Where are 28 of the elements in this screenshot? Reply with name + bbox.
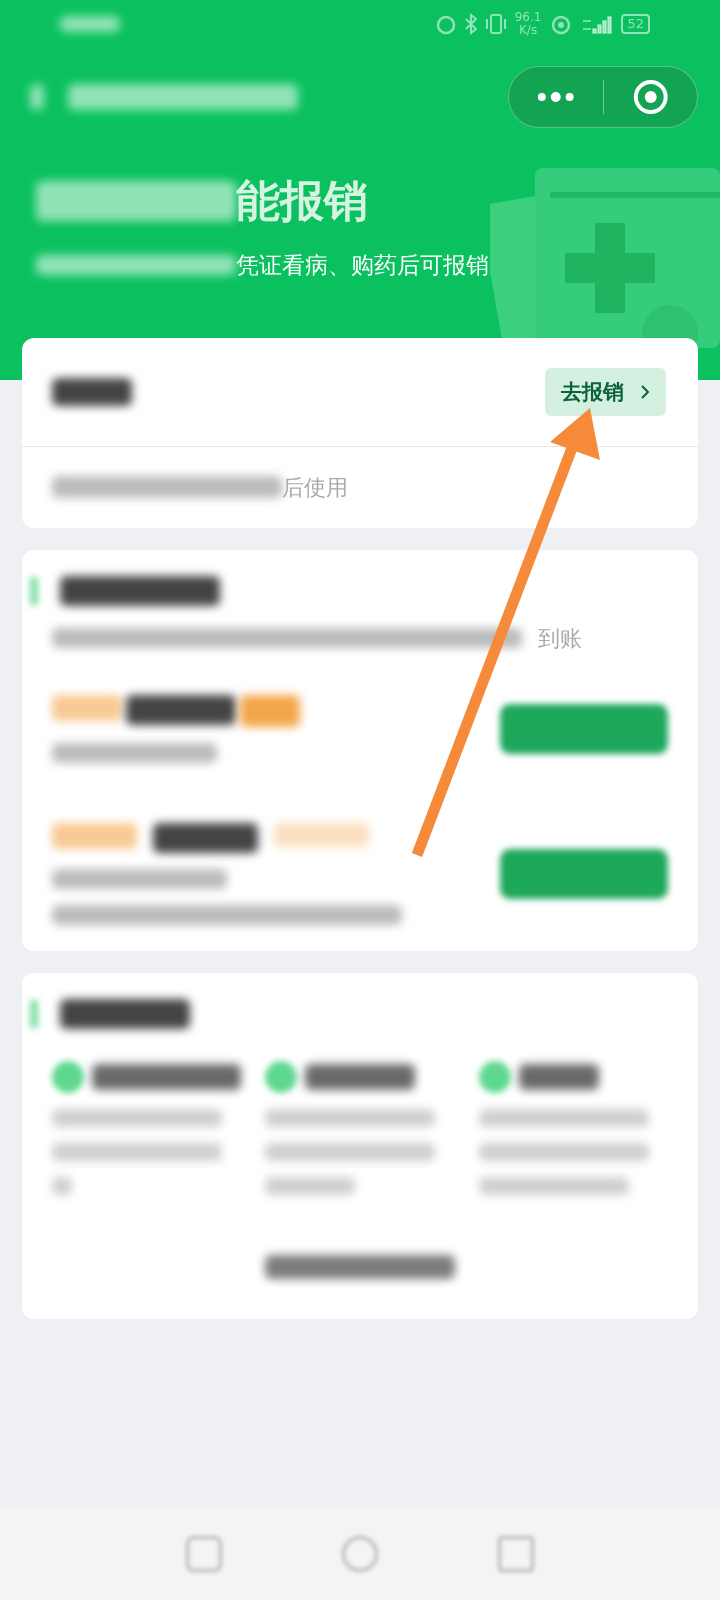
chevron-icon <box>640 383 650 400</box>
usage-note: 后使用 <box>282 473 348 502</box>
blurred-tag <box>240 694 300 727</box>
battery-level: 52 <box>621 14 650 34</box>
step-dot <box>52 1060 84 1093</box>
network-speed: 96.1 <box>514 10 542 24</box>
blurred-nav-icon[interactable] <box>186 1536 222 1572</box>
blurred-link[interactable] <box>265 1254 455 1279</box>
blurred-nav-icon[interactable] <box>342 1536 378 1572</box>
page-subtitle: 凭证看病、购药后可报销 <box>236 251 489 280</box>
section-marker <box>30 999 38 1028</box>
page-heading: 能报销 <box>236 174 368 228</box>
blurred-action-button[interactable] <box>500 848 668 899</box>
blurred-action-button[interactable] <box>500 703 668 754</box>
claim-button[interactable]: 去报销 <box>545 368 666 416</box>
vibrate-icon <box>484 13 507 35</box>
blurred-time <box>60 16 120 32</box>
network-unit: K/s <box>518 24 539 38</box>
alarm-icon <box>434 13 457 35</box>
blurred-nav-icon[interactable] <box>498 1536 534 1572</box>
section-subtitle: 到账 <box>538 624 582 653</box>
blurred-amount <box>52 694 122 721</box>
blurred-back-icon <box>30 84 44 110</box>
step-dot <box>265 1060 298 1093</box>
section-marker <box>30 576 38 605</box>
step-dot <box>478 1060 511 1093</box>
bluetooth-icon <box>464 13 477 35</box>
signal-icon <box>581 13 614 35</box>
